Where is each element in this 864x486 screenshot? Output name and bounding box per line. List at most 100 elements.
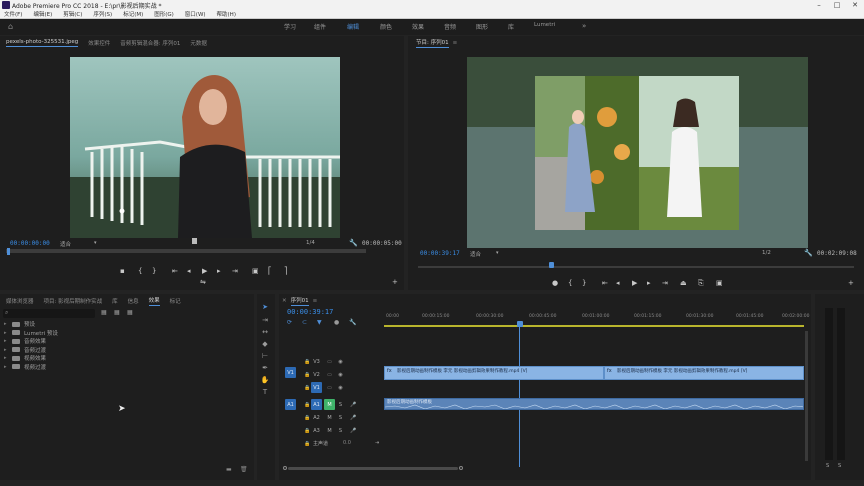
tab-media-browser[interactable]: 媒体浏览器	[6, 297, 34, 305]
program-fit-chevron-icon[interactable]: ▾	[496, 250, 499, 256]
solo-left-button[interactable]: S	[826, 463, 829, 469]
solo-button[interactable]: S	[335, 412, 346, 423]
horizontal-scrollbar[interactable]	[288, 467, 458, 470]
pen-tool-icon[interactable]: ✒	[260, 364, 270, 374]
timeline-ruler[interactable]: 00:00 00:00:15:00 00:00:30:00 00:00:45:0…	[384, 314, 809, 328]
linked-selection-icon[interactable]: ⊂	[302, 319, 307, 326]
menu-marker[interactable]: 标记(M)	[123, 10, 143, 18]
program-play-icon[interactable]: ▶	[632, 279, 637, 287]
tab-effect-controls[interactable]: 效果控件	[88, 39, 110, 47]
new-bin-icon[interactable]: ▬	[226, 466, 232, 473]
source-overwrite-icon[interactable]: ⎤	[284, 267, 288, 275]
program-go-to-out-icon[interactable]: ⇥	[662, 279, 668, 287]
mute-button[interactable]: M	[324, 425, 335, 436]
program-mark-out-icon[interactable]: }	[582, 279, 586, 287]
program-step-forward-icon[interactable]: ▸	[647, 279, 651, 287]
menu-edit[interactable]: 编辑(E)	[33, 10, 52, 18]
source-mark-out-icon[interactable]: }	[152, 267, 156, 275]
tab-markers[interactable]: 标记	[170, 297, 181, 305]
timeline-menu-icon[interactable]: ≡	[313, 298, 318, 304]
workspace-audio[interactable]: 音频	[444, 22, 456, 31]
track-label-v1[interactable]: V1	[311, 382, 322, 393]
timeline-playhead[interactable]	[517, 321, 523, 327]
hand-tool-icon[interactable]: ✋	[260, 376, 270, 386]
sync-lock-icon[interactable]: ▭	[324, 356, 335, 367]
vertical-scrollbar[interactable]	[805, 331, 808, 461]
tab-audio-clip-mixer[interactable]: 音频剪辑混合器: 序列01	[120, 39, 180, 47]
program-timecode[interactable]: 00:00:39:17	[420, 250, 460, 257]
32bit-effects-icon[interactable]: ▦	[114, 309, 120, 316]
snap-icon[interactable]: ⟳	[287, 319, 292, 326]
source-play-icon[interactable]: ▶	[202, 267, 207, 275]
tree-item-audio-transitions[interactable]: ▸ 音频过渡	[4, 346, 124, 355]
razor-tool-icon[interactable]: ◆	[260, 340, 270, 350]
eye-icon[interactable]: ◉	[335, 382, 346, 393]
workspace-editing[interactable]: 编辑	[347, 22, 359, 31]
tab-sequence[interactable]: 序列01	[290, 296, 309, 306]
h-scroll-right-handle[interactable]	[459, 466, 463, 470]
effects-search-input[interactable]	[3, 309, 95, 318]
audio-clip[interactable]: 影视后期动画制作模板	[384, 398, 804, 410]
source-playhead[interactable]	[7, 248, 10, 255]
close-icon[interactable]: ✕	[846, 1, 864, 9]
solo-button[interactable]: S	[335, 399, 346, 410]
video-clip[interactable]: fx 影视后期动画制作模板 李元 影视动画剪辑效果制作教程.mp4 [V]	[604, 366, 804, 380]
maximize-icon[interactable]: □	[828, 1, 846, 9]
workspace-color[interactable]: 颜色	[380, 22, 392, 31]
program-export-frame-icon[interactable]: ▣	[716, 279, 723, 287]
source-patch-v1[interactable]: V1	[285, 367, 296, 378]
source-timecode[interactable]: 00:00:00:00	[10, 240, 50, 247]
timeline-close-icon[interactable]: ✕	[282, 298, 287, 304]
program-go-to-in-icon[interactable]: ⇤	[602, 279, 608, 287]
program-add-marker-icon[interactable]: ●	[552, 279, 558, 287]
workspace-lumetri[interactable]: Lumetri	[534, 22, 555, 28]
tab-metadata[interactable]: 元数据	[190, 39, 207, 47]
microphone-icon[interactable]: 🎤	[348, 425, 359, 436]
source-settings-wrench-icon[interactable]: 🔧	[349, 239, 358, 247]
program-playhead[interactable]	[549, 262, 554, 268]
mute-button[interactable]: M	[324, 412, 335, 423]
source-add-marker-icon[interactable]: ▪	[120, 267, 125, 275]
menu-sequence[interactable]: 序列(S)	[93, 10, 112, 18]
source-drag-video-icon[interactable]: ⇋	[200, 278, 206, 286]
tab-source-clip[interactable]: pexels-photo-325531.jpeg	[6, 39, 79, 47]
program-add-button-icon[interactable]: +	[848, 279, 854, 287]
program-settings-wrench-icon[interactable]: 🔧	[804, 249, 813, 257]
tree-item-presets[interactable]: ▸ 预设	[4, 320, 124, 329]
go-to-end-icon[interactable]: ⇥	[375, 440, 379, 446]
source-add-button-icon[interactable]: +	[392, 278, 398, 286]
mute-button[interactable]: M	[324, 399, 335, 410]
source-mark-in-icon[interactable]: {	[138, 267, 142, 275]
slip-tool-icon[interactable]: ⊢	[260, 352, 270, 362]
selection-tool-icon[interactable]: ➤	[260, 303, 270, 313]
ripple-edit-tool-icon[interactable]: ↔	[260, 328, 270, 338]
menu-window[interactable]: 窗口(W)	[185, 10, 206, 18]
type-tool-icon[interactable]: T	[260, 388, 270, 398]
video-clip[interactable]: fx 影视后期动画制作模板 李元 影视动画剪辑效果制作教程.mp4 [V]	[384, 366, 604, 380]
source-fit-chevron-icon[interactable]: ▾	[94, 240, 97, 246]
microphone-icon[interactable]: 🎤	[348, 399, 359, 410]
source-go-to-in-icon[interactable]: ⇤	[172, 267, 178, 275]
menu-help[interactable]: 帮助(H)	[217, 10, 236, 18]
program-step-back-icon[interactable]: ◂	[616, 279, 620, 287]
solo-right-button[interactable]: S	[838, 463, 841, 469]
workspace-effects[interactable]: 效果	[412, 22, 424, 31]
lock-icon[interactable]: 🔒	[302, 438, 313, 449]
workspace-learn[interactable]: 学习	[284, 22, 296, 31]
menu-clip[interactable]: 剪辑(C)	[63, 10, 82, 18]
timeline-settings-wrench-icon[interactable]: 🔧	[349, 319, 356, 326]
timeline-marker-icon[interactable]: ●	[334, 319, 339, 326]
eye-icon[interactable]: ◉	[335, 356, 346, 367]
home-icon[interactable]: ⌂	[8, 22, 13, 31]
yuv-effects-icon[interactable]: ▦	[127, 309, 133, 316]
microphone-icon[interactable]: 🎤	[348, 412, 359, 423]
track-select-tool-icon[interactable]: ⇥	[260, 316, 270, 326]
program-resolution[interactable]: 1/2	[762, 250, 771, 256]
menu-graphics[interactable]: 图形(G)	[154, 10, 174, 18]
workspace-assembly[interactable]: 组件	[314, 22, 326, 31]
work-area-bar[interactable]	[384, 325, 804, 327]
tree-item-video-effects[interactable]: ▸ 视频效果	[4, 354, 124, 363]
solo-button[interactable]: S	[335, 425, 346, 436]
program-lift-icon[interactable]: ⏏	[680, 279, 687, 287]
menu-file[interactable]: 文件(F)	[4, 10, 22, 18]
